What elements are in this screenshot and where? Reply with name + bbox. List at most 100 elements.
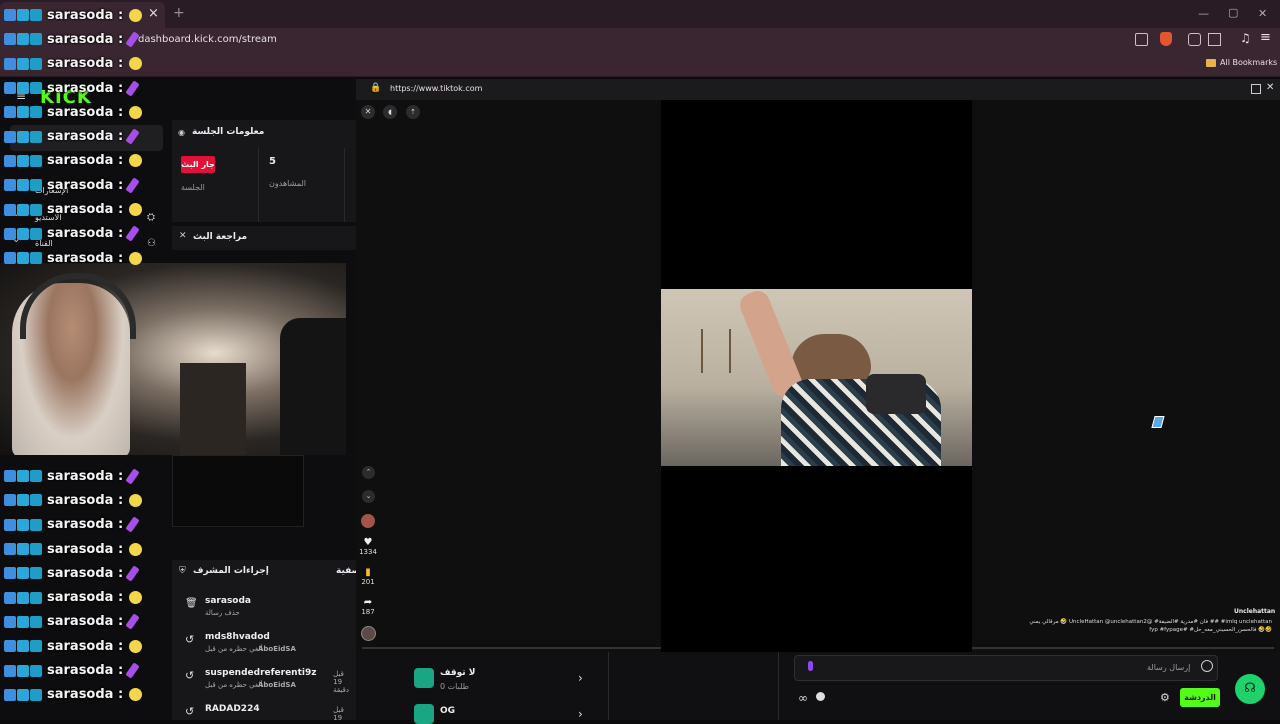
chat-line[interactable]: sarasoda : bbox=[4, 488, 174, 512]
chat-username[interactable]: sarasoda : bbox=[47, 469, 123, 484]
chat-username[interactable]: sarasoda : bbox=[47, 614, 123, 629]
chat-line[interactable]: sarasoda : bbox=[4, 149, 174, 173]
chat-line[interactable]: sarasoda : bbox=[4, 464, 174, 488]
support-chat-button[interactable]: ☊ bbox=[1235, 674, 1265, 704]
chat-badge-icon bbox=[30, 688, 42, 701]
chat-username[interactable]: sarasoda : bbox=[47, 129, 123, 144]
scroll-down-button[interactable]: ⌄ bbox=[362, 490, 375, 503]
chat-line[interactable]: sarasoda : bbox=[4, 634, 174, 658]
volume-button[interactable]: ◖ bbox=[383, 105, 397, 119]
emoji-icon[interactable] bbox=[1201, 660, 1213, 672]
chat-badge-icon bbox=[17, 154, 29, 167]
close-icon[interactable]: ✕ bbox=[179, 231, 187, 241]
chat-line[interactable]: sarasoda : bbox=[4, 100, 174, 124]
mod-row-user[interactable]: sarasoda bbox=[205, 596, 251, 606]
mod-row: 🗑 sarasoda حذف رسالة bbox=[172, 594, 356, 624]
emote-face-icon bbox=[129, 203, 143, 217]
chat-username[interactable]: sarasoda : bbox=[47, 226, 123, 241]
extensions-icon[interactable] bbox=[1188, 33, 1201, 46]
chat-line[interactable]: sarasoda : bbox=[4, 513, 174, 537]
chat-username[interactable]: sarasoda : bbox=[47, 8, 123, 23]
chat-username[interactable]: sarasoda : bbox=[47, 663, 123, 678]
chat-username[interactable]: sarasoda : bbox=[47, 493, 123, 508]
pause-sub: طلبات 0 bbox=[440, 682, 470, 691]
settings-gear-icon[interactable]: ⚙ bbox=[1160, 691, 1170, 704]
popup-close-icon[interactable]: ✕ bbox=[1266, 82, 1274, 93]
chat-line[interactable]: sarasoda : bbox=[4, 222, 174, 246]
chat-line[interactable]: sarasoda : bbox=[4, 561, 174, 585]
chat-line[interactable]: sarasoda : bbox=[4, 124, 174, 148]
chat-username[interactable]: sarasoda : bbox=[47, 590, 123, 605]
minimize-button[interactable]: — bbox=[1198, 7, 1209, 20]
chat-line[interactable]: sarasoda : bbox=[4, 683, 174, 707]
webcam-feed bbox=[0, 263, 346, 455]
chat-line[interactable]: sarasoda : bbox=[4, 585, 174, 609]
chat-username[interactable]: sarasoda : bbox=[47, 81, 123, 96]
chat-username[interactable]: sarasoda : bbox=[47, 251, 123, 266]
chat-username[interactable]: sarasoda : bbox=[47, 639, 123, 654]
chat-username[interactable]: sarasoda : bbox=[47, 687, 123, 702]
maximize-button[interactable]: ▢ bbox=[1228, 6, 1238, 19]
chat-badge-icon bbox=[17, 252, 29, 265]
scroll-up-button[interactable]: ⌃ bbox=[362, 466, 375, 479]
sidebar-icon[interactable] bbox=[1208, 33, 1221, 46]
chat-line[interactable]: sarasoda : bbox=[4, 537, 174, 561]
mod-row-user[interactable]: RADAD224 bbox=[205, 704, 260, 714]
share-button[interactable]: ➦ 187 bbox=[356, 597, 380, 616]
mod-row-actor[interactable]: AboEidSA bbox=[258, 681, 296, 689]
pip-button[interactable]: ⇡ bbox=[406, 105, 420, 119]
chat-line[interactable]: sarasoda : bbox=[4, 27, 174, 51]
media-icon[interactable]: ♫ bbox=[1240, 31, 1251, 45]
chat-username[interactable]: sarasoda : bbox=[47, 517, 123, 532]
chat-line[interactable]: sarasoda : bbox=[4, 197, 174, 221]
close-button[interactable]: ✕ bbox=[361, 105, 375, 119]
pause-card[interactable]: لا توقف طلبات 0 › OG › bbox=[400, 654, 620, 724]
like-button[interactable]: ♥ 1334 bbox=[356, 537, 380, 556]
mic-icon[interactable] bbox=[808, 661, 813, 671]
chat-line[interactable]: sarasoda : bbox=[4, 52, 174, 76]
chat-input[interactable]: إرسال رسالة bbox=[794, 655, 1218, 681]
chat-badge-icon bbox=[30, 664, 42, 677]
mod-row-user[interactable]: mds8hvadod bbox=[205, 632, 270, 642]
chat-username[interactable]: sarasoda : bbox=[47, 153, 123, 168]
all-bookmarks-link[interactable]: All Bookmarks bbox=[1220, 58, 1277, 67]
expand-icon[interactable] bbox=[1251, 84, 1261, 94]
save-button[interactable]: ▮ 201 bbox=[356, 567, 380, 586]
popup-url[interactable]: https://www.tiktok.com bbox=[390, 84, 482, 93]
music-disc[interactable] bbox=[361, 626, 376, 641]
chat-line[interactable]: sarasoda : bbox=[4, 76, 174, 100]
caption-user[interactable]: Unclehattan bbox=[1234, 608, 1275, 615]
chat-line[interactable]: sarasoda : bbox=[4, 246, 174, 270]
chat-username[interactable]: sarasoda : bbox=[47, 56, 123, 71]
emote-feather-icon bbox=[125, 31, 140, 48]
emote-face-icon bbox=[129, 154, 143, 168]
chat-username[interactable]: sarasoda : bbox=[47, 105, 123, 120]
chat-line[interactable]: sarasoda : bbox=[4, 658, 174, 682]
mod-row-actor[interactable]: AboEidSA bbox=[258, 645, 296, 653]
chat-send-button[interactable]: الدردشة bbox=[1180, 688, 1220, 707]
chat-username[interactable]: sarasoda : bbox=[47, 202, 123, 217]
chat-line[interactable]: sarasoda : bbox=[4, 173, 174, 197]
chevron-right-icon[interactable]: › bbox=[578, 671, 583, 685]
window-close-button[interactable]: ✕ bbox=[1258, 7, 1267, 20]
mod-row-time: قبل 19 دقيقة bbox=[333, 670, 349, 694]
chat-badge-icon bbox=[17, 82, 29, 95]
brave-shield-icon[interactable] bbox=[1160, 32, 1172, 46]
chat-line[interactable]: sarasoda : bbox=[4, 610, 174, 634]
mod-row-user[interactable]: suspendedreferenti9z bbox=[205, 668, 316, 678]
stream-preview-thumbnail[interactable] bbox=[172, 455, 304, 527]
chat-username[interactable]: sarasoda : bbox=[47, 542, 123, 557]
mod-row-action: ألغي حظره من قبل bbox=[205, 645, 263, 653]
menu-icon[interactable]: ≡ bbox=[1260, 30, 1271, 45]
chat-badge-icon bbox=[30, 615, 42, 628]
chat-username[interactable]: sarasoda : bbox=[47, 566, 123, 581]
chevron-right-icon[interactable]: › bbox=[578, 707, 583, 721]
chat-badge-icon bbox=[30, 567, 42, 580]
creator-avatar[interactable] bbox=[361, 514, 375, 528]
new-tab-button[interactable]: + bbox=[173, 5, 185, 21]
share-icon[interactable] bbox=[1135, 33, 1148, 46]
chat-username[interactable]: sarasoda : bbox=[47, 32, 123, 47]
chat-line[interactable]: sarasoda : bbox=[4, 3, 174, 27]
emote-face-icon bbox=[129, 105, 143, 119]
chat-username[interactable]: sarasoda : bbox=[47, 178, 123, 193]
